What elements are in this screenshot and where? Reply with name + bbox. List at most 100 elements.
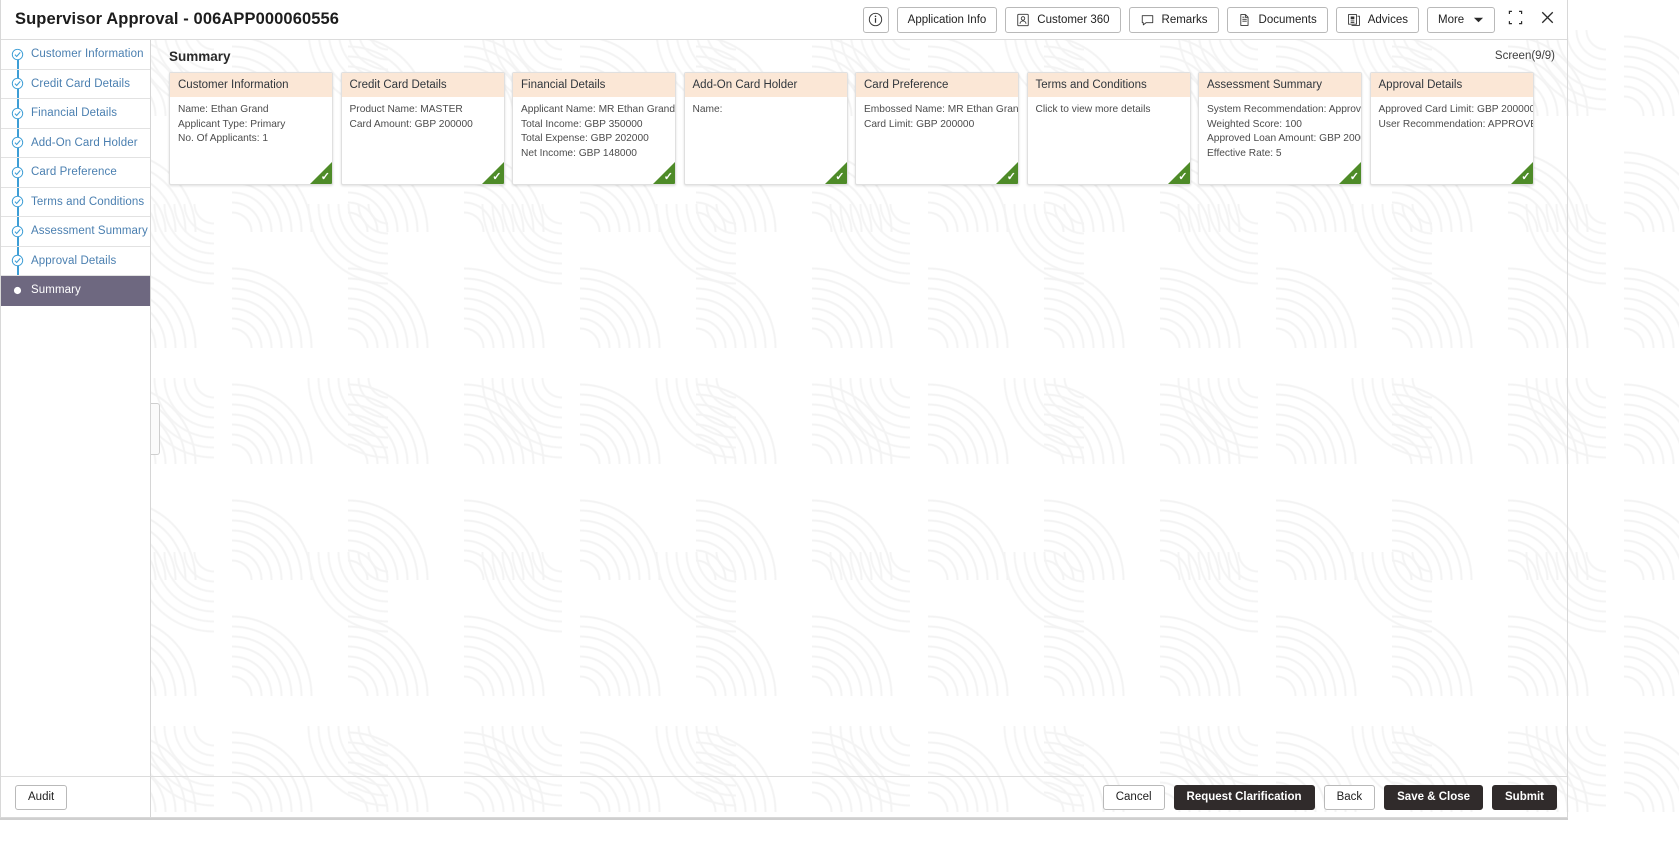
checkmark-icon: ✓ [1006, 171, 1016, 183]
advices-icon [1347, 13, 1361, 27]
remarks-label: Remarks [1161, 13, 1208, 26]
summary-card-approval-details[interactable]: Approval Details Approved Card Limit: GB… [1369, 72, 1534, 185]
card-body: Approved Card Limit: GBP 200000 User Rec… [1371, 97, 1533, 132]
screen-counter: Screen(9/9) [1494, 50, 1555, 62]
sidebar-item-credit-card-details[interactable]: Credit Card Details [1, 70, 150, 99]
check-circle-icon [9, 136, 25, 149]
customer-360-button[interactable]: Customer 360 [1005, 6, 1121, 33]
outer-bottom-strip [0, 818, 1679, 860]
summary-card-terms-and-conditions[interactable]: Terms and Conditions Click to view more … [1026, 72, 1191, 185]
card-line: Effective Rate: 5 [1207, 147, 1282, 159]
sidebar-item-label: Terms and Conditions [31, 195, 145, 208]
application-info-label: Application Info [907, 13, 987, 26]
sidebar-item-add-on-card-holder[interactable]: Add-On Card Holder [1, 129, 150, 158]
cancel-button[interactable]: Cancel [1102, 784, 1165, 810]
card-line: Total Expense: GBP 202000 [521, 133, 649, 145]
sidebar-collapse-handle[interactable] [151, 403, 160, 455]
info-icon-button[interactable] [862, 6, 889, 33]
card-body: System Recommendation: Approved Weighted… [1199, 97, 1361, 161]
audit-button[interactable]: Audit [15, 784, 68, 810]
checkmark-icon: ✓ [1178, 171, 1188, 183]
card-body: Embossed Name: MR Ethan Grand Card Limit… [856, 97, 1018, 132]
more-label: More [1438, 13, 1465, 26]
checkmark-icon: ✓ [1521, 171, 1531, 183]
application-info-button[interactable]: Application Info [896, 6, 998, 33]
sidebar-navigation: Customer Information Credit Card Details [1, 40, 151, 817]
card-line: System Recommendation: Approved [1207, 104, 1362, 115]
close-x-icon [1540, 10, 1555, 30]
sidebar-item-approval-details[interactable]: Approval Details [1, 247, 150, 276]
card-line: Weighted Score: 100 [1207, 118, 1302, 130]
minimize-expand-button[interactable] [1503, 8, 1527, 32]
check-circle-icon [9, 48, 25, 61]
advices-button[interactable]: Advices [1335, 6, 1419, 33]
checkmark-icon: ✓ [320, 171, 330, 183]
sidebar-item-summary[interactable]: Summary [1, 276, 150, 306]
summary-card-customer-information[interactable]: Customer Information Name: Ethan Grand A… [169, 72, 333, 185]
user-card-icon [1016, 13, 1030, 27]
card-line: Total Income: GBP 350000 [521, 118, 643, 130]
body-split: Customer Information Credit Card Details [1, 40, 1567, 817]
card-line: Approved Card Limit: GBP 200000 [1378, 104, 1534, 115]
card-line: Name: [692, 104, 723, 115]
card-line: Card Limit: GBP 200000 [864, 118, 975, 130]
remarks-button[interactable]: Remarks [1128, 6, 1219, 33]
card-line: Name: Ethan Grand [178, 104, 269, 115]
card-body: Applicant Name: MR Ethan Grand Total Inc… [513, 97, 675, 161]
documents-button[interactable]: Documents [1226, 6, 1328, 33]
documents-label: Documents [1258, 13, 1317, 26]
check-circle-icon [9, 77, 25, 90]
application-window: Supervisor Approval - 006APP000060556 Ap… [0, 0, 1568, 818]
card-line: Click to view more details [1035, 104, 1151, 115]
page-title: Supervisor Approval - 006APP000060556 [15, 10, 340, 28]
card-line: User Recommendation: APPROVED [1378, 118, 1534, 130]
summary-card-add-on-card-holder[interactable]: Add-On Card Holder Name: ✓ [683, 72, 848, 185]
summary-card-financial-details[interactable]: Financial Details Applicant Name: MR Eth… [512, 72, 676, 185]
card-title: Assessment Summary [1199, 73, 1361, 97]
info-circle-icon [868, 12, 883, 27]
sidebar-item-financial-details[interactable]: Financial Details [1, 99, 150, 129]
sidebar-item-label: Card Preference [31, 166, 117, 179]
summary-card-assessment-summary[interactable]: Assessment Summary System Recommendation… [1198, 72, 1362, 185]
documents-icon [1238, 13, 1252, 27]
main-content: Summary Screen(9/9) Customer Information… [151, 40, 1567, 817]
request-clarification-button[interactable]: Request Clarification [1173, 784, 1315, 810]
card-line: Applicant Name: MR Ethan Grand [521, 104, 676, 115]
footer-buttons: Cancel Request Clarification Back Save &… [1102, 784, 1557, 810]
save-and-close-button[interactable]: Save & Close [1384, 784, 1484, 810]
sidebar-item-terms-and-conditions[interactable]: Terms and Conditions [1, 188, 150, 217]
card-body: Product Name: MASTER Card Amount: GBP 20… [342, 97, 504, 132]
back-button[interactable]: Back [1323, 784, 1376, 810]
more-dropdown-button[interactable]: More [1427, 6, 1495, 33]
card-body: Name: [685, 97, 847, 118]
check-circle-icon [9, 254, 25, 267]
sidebar-item-label: Financial Details [31, 107, 118, 120]
summary-cards-row: Customer Information Name: Ethan Grand A… [151, 72, 1567, 185]
sidebar-item-label: Summary [31, 284, 81, 297]
submit-button[interactable]: Submit [1492, 784, 1557, 810]
summary-card-card-preference[interactable]: Card Preference Embossed Name: MR Ethan … [855, 72, 1019, 185]
card-line: Embossed Name: MR Ethan Grand [864, 104, 1019, 115]
summary-card-credit-card-details[interactable]: Credit Card Details Product Name: MASTER… [340, 72, 505, 185]
card-line: Applicant Type: Primary [178, 118, 286, 130]
card-line: Card Amount: GBP 200000 [349, 118, 473, 130]
check-circle-icon [9, 225, 25, 238]
chevron-down-icon [1473, 16, 1484, 24]
card-line: Approved Loan Amount: GBP 200000 [1207, 133, 1362, 145]
sidebar-item-assessment-summary[interactable]: Assessment Summary [1, 217, 150, 247]
close-button[interactable] [1535, 8, 1559, 32]
title-bar: Supervisor Approval - 006APP000060556 Ap… [1, 0, 1567, 40]
card-line: No. Of Applicants: 1 [178, 133, 269, 145]
card-title: Credit Card Details [341, 73, 504, 97]
card-line: Net Income: GBP 148000 [521, 147, 637, 159]
sidebar-item-card-preference[interactable]: Card Preference [1, 158, 150, 188]
sidebar-item-customer-information[interactable]: Customer Information [1, 40, 150, 70]
sidebar-item-label: Credit Card Details [31, 77, 131, 90]
card-title: Card Preference [856, 73, 1018, 97]
card-line: Product Name: MASTER [349, 104, 463, 115]
check-circle-icon [9, 107, 25, 120]
sidebar-item-label: Assessment Summary [31, 225, 148, 238]
current-step-dot-icon [9, 284, 25, 297]
card-title: Customer Information [170, 73, 332, 97]
card-title: Financial Details [513, 73, 675, 97]
